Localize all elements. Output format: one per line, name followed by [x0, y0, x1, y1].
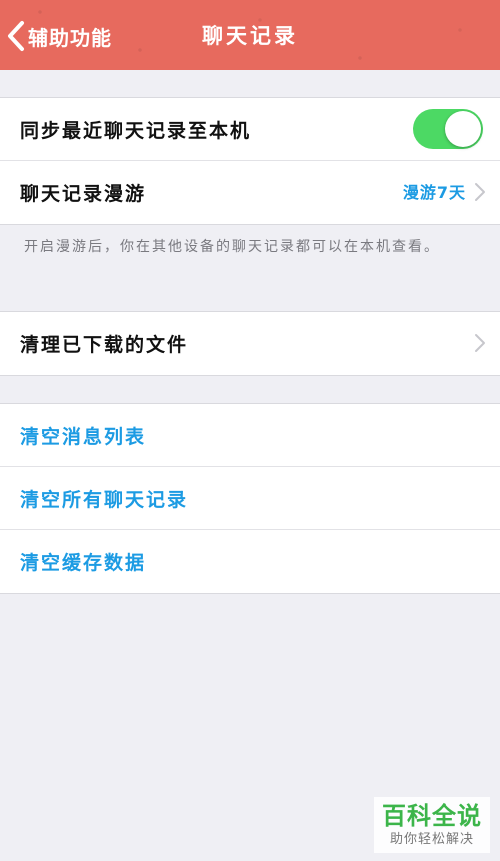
- watermark-slogan: 助你轻松解决: [389, 832, 474, 847]
- clean-downloaded-files-label: 清理已下载的文件: [20, 334, 189, 356]
- chat-roaming-value: 漫游7天: [402, 183, 466, 202]
- clean-downloaded-files-row[interactable]: 清理已下载的文件: [0, 312, 500, 375]
- chevron-right-icon: [475, 183, 485, 201]
- clear-all-chats-row[interactable]: 清空所有聊天记录: [0, 467, 500, 530]
- clear-message-list-row[interactable]: 清空消息列表: [0, 404, 500, 467]
- roaming-footnote: 开启漫游后，你在其他设备的聊天记录都可以在本机查看。: [24, 239, 440, 255]
- navigation-bar: 辅助功能 聊天记录: [0, 0, 500, 70]
- sync-recent-chats-toggle[interactable]: [413, 109, 483, 149]
- chat-roaming-label: 聊天记录漫游: [20, 183, 147, 205]
- sync-recent-chats-label: 同步最近聊天记录至本机: [20, 119, 252, 142]
- watermark-brand: 百科全说: [382, 802, 482, 830]
- clear-all-chats-button[interactable]: 清空所有聊天记录: [20, 485, 188, 512]
- clear-cache-row[interactable]: 清空缓存数据: [0, 530, 500, 593]
- sync-recent-chats-row: 同步最近聊天记录至本机: [0, 98, 500, 161]
- files-group: 清理已下载的文件: [0, 311, 500, 376]
- toggle-knob: [445, 111, 481, 147]
- chevron-right-icon: [475, 334, 485, 352]
- chat-roaming-row[interactable]: 聊天记录漫游 漫游7天: [0, 161, 500, 224]
- clear-actions-group: 清空消息列表 清空所有聊天记录 清空缓存数据: [0, 403, 500, 594]
- clear-message-list-button[interactable]: 清空消息列表: [20, 422, 146, 449]
- clear-cache-button[interactable]: 清空缓存数据: [20, 548, 146, 575]
- chat-sync-group: 同步最近聊天记录至本机 聊天记录漫游 漫游7天: [0, 97, 500, 225]
- page-title: 聊天记录: [202, 24, 298, 48]
- watermark-logo: 百科全说 助你轻松解决: [374, 797, 490, 853]
